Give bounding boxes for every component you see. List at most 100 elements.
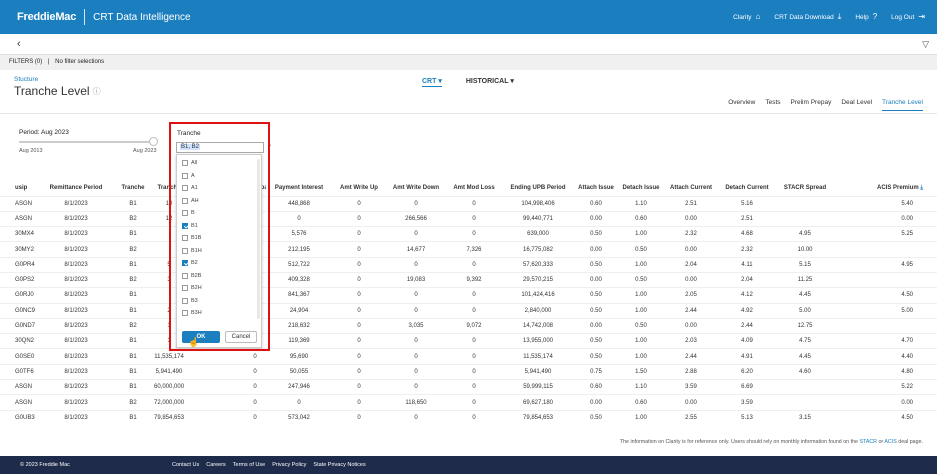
download-icon[interactable]: ⤓ <box>919 185 923 191</box>
column-header[interactable]: Amt Write Down <box>386 181 446 196</box>
tranche-option[interactable]: B1H <box>182 247 202 254</box>
column-header[interactable]: Tranche <box>112 181 154 196</box>
filters-count[interactable]: FILTERS (0) <box>9 59 42 65</box>
tab-prelim-prepay[interactable]: Prelim Prepay <box>791 99 832 111</box>
table-row[interactable]: ASGN8/1/2023B212000266,566099,440,7710.0… <box>0 211 937 226</box>
column-header-label: ACIS Premium <box>876 184 919 191</box>
column-header[interactable]: usip <box>0 181 40 196</box>
column-header[interactable]: Amt Write Up <box>332 181 386 196</box>
tab-overview[interactable]: Overview <box>728 99 755 111</box>
table-cell: 8/1/2023 <box>64 353 88 360</box>
tranche-option[interactable]: B3 <box>182 297 198 304</box>
table-row[interactable]: G0UB3 8/1/2023 B1 79,854,653 0 573,042 0 0 0 79,8… <box>0 410 937 425</box>
footer-link-contact-us[interactable]: Contact Us <box>172 462 199 468</box>
tranche-option[interactable]: All <box>182 160 197 166</box>
table-cell: 0.00 <box>685 323 697 330</box>
table-row[interactable]: G0PS28/1/2023B230409,328019,0839,39229,5… <box>0 272 937 287</box>
table-row[interactable]: G0NC98/1/2023B12024,9040002,840,0000.501… <box>0 303 937 318</box>
checkbox[interactable] <box>182 247 188 254</box>
column-header[interactable]: STACR Spread <box>776 181 834 196</box>
footer-link-careers[interactable]: Careers <box>206 462 226 468</box>
table-cell: B1 <box>129 415 137 422</box>
top-nav-help[interactable]: Help? <box>855 13 877 21</box>
column-header[interactable]: Detach Issue <box>618 181 664 196</box>
crt-mode-dropdown[interactable]: CRT ▾ <box>422 77 442 87</box>
column-header[interactable]: Ending UPB Period <box>502 181 574 196</box>
table-cell: 5.13 <box>741 415 753 422</box>
checkbox[interactable] <box>182 272 188 279</box>
checkbox[interactable] <box>182 235 188 241</box>
checkbox[interactable] <box>182 197 188 204</box>
table-row[interactable]: 30QN28/1/2023B110119,36900013,955,0000.5… <box>0 333 937 349</box>
tab-tranche-level[interactable]: Tranche Level <box>882 99 923 111</box>
column-header[interactable]: Attach Issue <box>574 181 618 196</box>
table-cell: 639,000 <box>527 231 549 238</box>
table-cell: 512,722 <box>288 261 310 268</box>
filter-funnel-icon[interactable]: ▽ <box>922 39 929 50</box>
tranche-option[interactable]: B1B <box>182 235 201 241</box>
table-row[interactable]: G0SE0 8/1/2023 B1 11,535,174 0 95,690 0 0 0 11,53… <box>0 348 937 364</box>
tranche-option[interactable]: B2H <box>182 285 202 291</box>
tranche-option[interactable]: AH <box>182 197 199 204</box>
footer-link-state-privacy-notices[interactable]: State Privacy Notices <box>313 462 365 468</box>
table-row[interactable]: G0RJ08/1/2023B10841,367000101,424,4160.5… <box>0 287 937 303</box>
table-row[interactable]: G0PR48/1/2023B150512,72200057,620,3330.5… <box>0 257 937 272</box>
period-slider-track[interactable] <box>19 141 155 143</box>
top-nav-home[interactable]: Clarity ⌂ <box>733 13 760 21</box>
top-nav-logout[interactable]: Log Out ⇥ <box>891 13 925 21</box>
column-header[interactable]: ACIS Premium ⤓ <box>834 181 937 196</box>
checkbox[interactable] <box>182 310 188 316</box>
table-cell: 0 <box>357 231 361 238</box>
table-row[interactable]: G0ND78/1/2023B210218,63203,0359,07214,74… <box>0 318 937 333</box>
tranche-option[interactable]: B2B <box>182 272 201 279</box>
tab-deal-level[interactable]: Deal Level <box>841 99 872 111</box>
period-slider-handle[interactable] <box>149 137 158 146</box>
table-row[interactable]: 30MX48/1/2023B105,576000639,0000.501.002… <box>0 226 937 242</box>
table-row[interactable]: ASGN8/1/2023B1100448,868000104,998,4060.… <box>0 196 937 211</box>
top-nav-download[interactable]: CRT Data Download ⤓ <box>774 13 841 21</box>
checkbox-checked[interactable] <box>182 260 188 266</box>
checkbox[interactable] <box>182 185 188 191</box>
tranche-option[interactable]: B3H <box>182 310 202 316</box>
cancel-button[interactable]: Cancel <box>225 331 257 343</box>
table-row[interactable]: ASGN 8/1/2023 B2 72,000,000 0 0 0 118,650 0 69,62… <box>0 394 937 410</box>
table-row[interactable]: ASGN 8/1/2023 B1 60,000,000 0 247,946 0 0 0 59,99… <box>0 379 937 395</box>
column-header[interactable]: Remittance Period <box>40 181 112 196</box>
column-header[interactable]: Detach Current <box>718 181 776 196</box>
tranche-option[interactable]: B1 <box>182 222 198 229</box>
table-cell <box>834 242 937 257</box>
tranche-option[interactable]: A <box>182 172 195 179</box>
table-cell: 1.00 <box>635 307 647 314</box>
checkbox[interactable] <box>182 285 188 291</box>
table-row[interactable]: G0TF6 8/1/2023 B1 5,941,490 0 50,055 0 0 0 5,941,… <box>0 364 937 379</box>
tranche-option[interactable]: A1 <box>182 185 198 191</box>
tranche-select[interactable]: B1, B2 ^ <box>176 142 271 153</box>
historical-mode-dropdown[interactable]: HISTORICAL ▾ <box>466 77 514 87</box>
brand-logo[interactable]: FreddieMac <box>17 11 76 23</box>
stacr-link[interactable]: STACR <box>859 439 877 445</box>
checkbox[interactable] <box>182 210 188 216</box>
tab-tests[interactable]: Tests <box>765 99 780 111</box>
tranche-select-value: B1, B2 <box>180 144 201 150</box>
chevron-up-icon[interactable]: ^ <box>268 144 271 150</box>
table-row[interactable]: 30MY28/1/2023B20212,195014,6777,32616,77… <box>0 241 937 257</box>
column-header[interactable]: Amt Mod Loss <box>446 181 502 196</box>
tranche-option[interactable]: B2 <box>182 260 198 266</box>
checkbox[interactable] <box>182 160 188 166</box>
footer-link-terms-of-use[interactable]: Terms of Use <box>233 462 265 468</box>
column-header[interactable]: Attach Current <box>664 181 718 196</box>
checkbox[interactable] <box>182 297 188 304</box>
info-icon[interactable]: ⓘ <box>93 86 101 97</box>
breadcrumb[interactable]: Stucture <box>14 76 38 83</box>
tranche-option[interactable]: B <box>182 210 195 216</box>
back-arrow-icon[interactable]: ‹ <box>17 38 21 50</box>
table-cell: 4.60 <box>799 368 811 375</box>
footer-link-privacy-policy[interactable]: Privacy Policy <box>272 462 306 468</box>
dropdown-scrollbar[interactable] <box>257 159 260 319</box>
column-header[interactable]: Payment Interest <box>266 181 332 196</box>
table-cell: B2 <box>129 399 137 406</box>
table-cell: 2.03 <box>685 338 697 345</box>
acis-link[interactable]: ACIS <box>884 439 896 445</box>
checkbox[interactable] <box>182 172 188 179</box>
checkbox-checked[interactable] <box>182 222 188 229</box>
